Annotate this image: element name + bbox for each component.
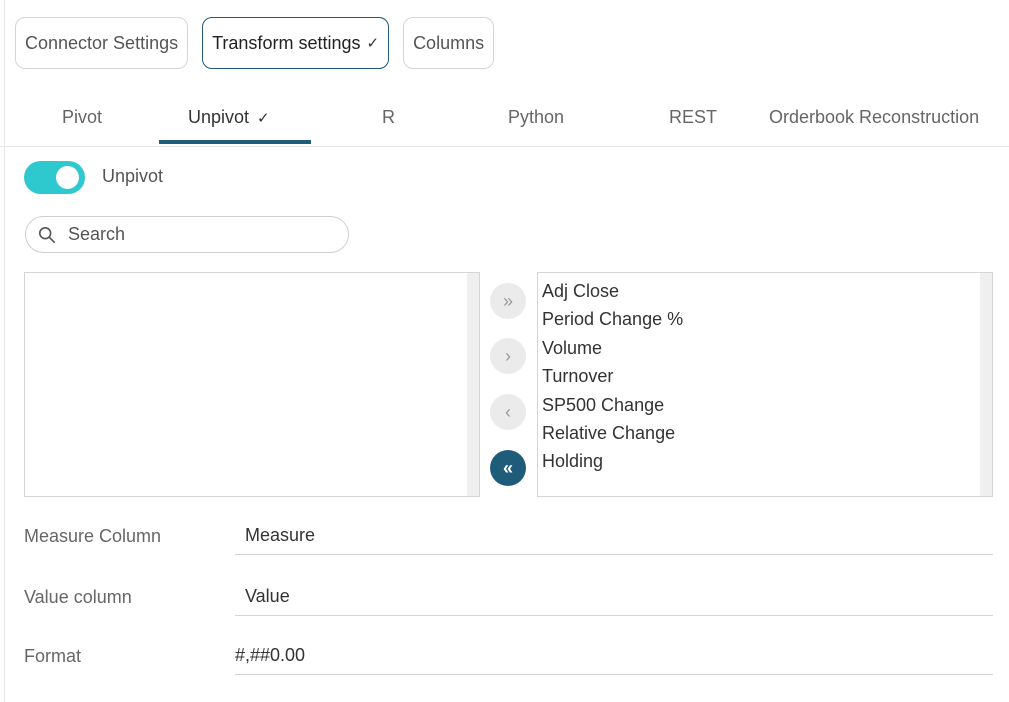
step-connector-settings[interactable]: Connector Settings [15,17,189,69]
format-label: Format [24,646,82,666]
available-list-scrollbar[interactable] [467,273,479,496]
search-box [25,216,349,253]
tab-unpivot[interactable]: Unpivot ✓ [188,107,270,128]
search-input[interactable] [66,223,320,246]
list-item[interactable]: Relative Change [542,419,992,447]
format-field[interactable]: #,##0.00 [235,637,993,675]
step-columns[interactable]: Columns [403,17,495,69]
list-item[interactable]: Turnover [542,362,992,390]
step-label: Transform settings [212,32,361,53]
toggle-knob [56,166,79,189]
tab-orderbook-reconstruction[interactable]: Orderbook Reconstruction [769,107,979,128]
add-all-button[interactable]: » [490,283,526,319]
tab-label: Python [508,107,565,127]
tab-label: Unpivot [188,107,250,127]
checkmark-icon: ✓ [257,110,270,127]
list-item[interactable]: SP500 Change [542,391,992,419]
tab-label: REST [669,107,718,127]
value-column-field[interactable]: Value [235,578,993,616]
list-item[interactable]: Volume [542,334,992,362]
tab-label: R [382,107,395,127]
step-bar: Connector Settings Transform settings ✓ … [15,17,495,69]
selected-list-scrollbar[interactable] [980,273,992,496]
transform-tabs: Pivot Unpivot ✓ R Python REST Orderbook … [0,90,1009,147]
double-chevron-left-icon: « [502,457,513,478]
double-chevron-right-icon: » [502,290,513,311]
tab-r[interactable]: R [382,107,395,128]
tab-label: Orderbook Reconstruction [769,107,980,127]
add-button[interactable]: › [490,338,526,374]
step-label: Connector Settings [25,32,179,53]
step-label: Columns [413,32,485,53]
value-column-label: Value column [24,587,132,607]
selected-items: Adj Close Period Change % Volume Turnover SP… [538,273,992,476]
search-icon [38,226,56,243]
selected-columns-list[interactable]: Adj Close Period Change % Volume Turnover SP… [537,272,993,497]
available-items [25,273,479,277]
remove-all-button[interactable]: « [490,450,526,486]
tab-label: Pivot [62,107,103,127]
unpivot-toggle[interactable] [24,161,85,194]
available-columns-list[interactable] [24,272,480,497]
tab-pivot[interactable]: Pivot [62,107,102,128]
step-transform-settings[interactable]: Transform settings ✓ [202,17,390,69]
measure-column-label: Measure Column [24,526,162,546]
remove-button[interactable]: ‹ [490,394,526,430]
list-item[interactable]: Period Change % [542,305,992,333]
tab-rest[interactable]: REST [669,107,717,128]
tab-python[interactable]: Python [508,107,564,128]
unpivot-toggle-label: Unpivot [102,166,164,186]
active-tab-indicator [159,140,311,144]
chevron-right-icon: › [505,345,511,366]
checkmark-icon: ✓ [366,35,380,52]
chevron-left-icon: ‹ [505,401,511,422]
list-item[interactable]: Adj Close [542,277,992,305]
list-item[interactable]: Holding [542,447,992,475]
measure-column-field[interactable]: Measure [235,517,993,555]
